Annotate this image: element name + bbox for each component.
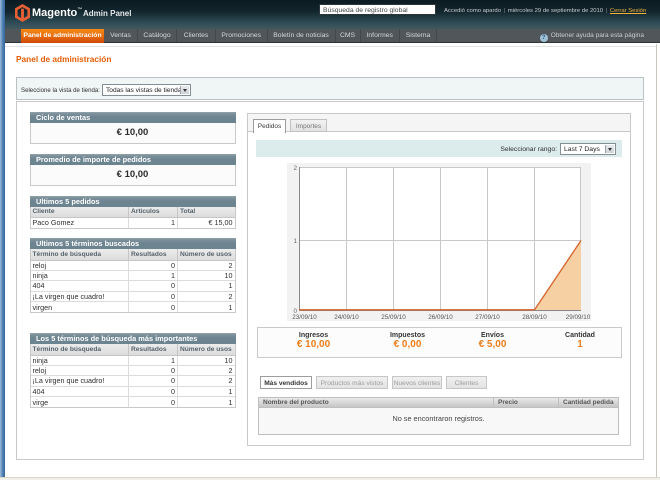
svg-text:23/09/10: 23/09/10	[292, 314, 317, 321]
svg-text:25/09/10: 25/09/10	[381, 314, 406, 321]
svg-text:26/09/10: 26/09/10	[428, 314, 453, 321]
svg-text:2: 2	[293, 165, 297, 172]
svg-text:1: 1	[293, 238, 297, 245]
svg-text:28/09/10: 28/09/10	[522, 314, 547, 321]
svg-text:27/09/10: 27/09/10	[475, 314, 500, 321]
svg-text:29/09/10: 29/09/10	[566, 314, 591, 321]
svg-text:24/09/10: 24/09/10	[334, 314, 359, 321]
